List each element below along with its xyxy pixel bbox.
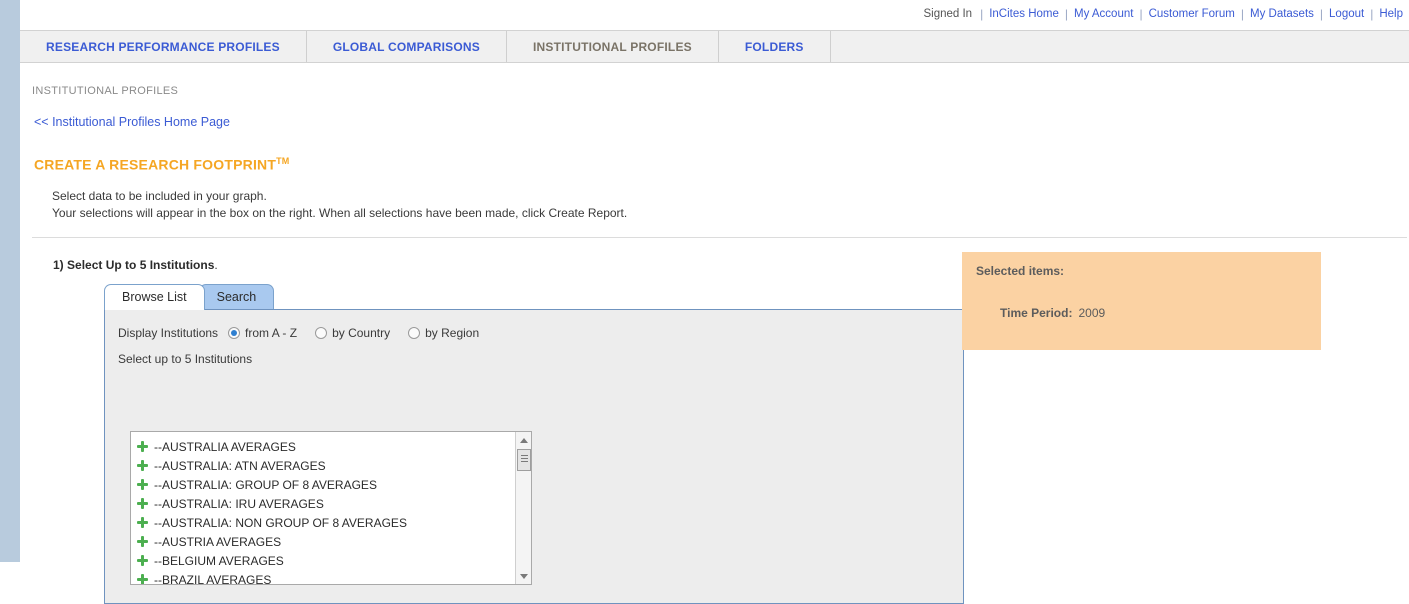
list-item-label: --BELGIUM AVERAGES xyxy=(154,553,284,568)
signed-in-status: Signed In xyxy=(923,8,973,20)
utility-link-help[interactable]: Help xyxy=(1379,8,1403,20)
left-edge-strip xyxy=(0,0,20,562)
radio-option-from-a-z[interactable]: from A - Z xyxy=(228,326,297,340)
step-1-number: 1) xyxy=(53,258,64,272)
nav-tab-global-comparisons[interactable]: GLOBAL COMPARISONS xyxy=(307,31,507,62)
plus-icon[interactable] xyxy=(137,574,148,584)
content-area: INSTITUTIONAL PROFILES << Institutional … xyxy=(20,64,1409,604)
plus-icon[interactable] xyxy=(137,536,148,547)
utility-separator: | xyxy=(980,7,984,21)
instructions: Select data to be included in your graph… xyxy=(52,188,627,222)
scrollbar-thumb[interactable] xyxy=(517,449,531,471)
radio-label-from-a-z: from A - Z xyxy=(245,326,298,340)
plus-icon[interactable] xyxy=(137,498,148,509)
radio-option-by-region[interactable]: by Region xyxy=(408,326,479,340)
sub-tab-browse-list[interactable]: Browse List xyxy=(104,284,205,310)
scroll-up-arrow-icon[interactable] xyxy=(516,432,531,448)
browse-list-panel: Display Institutions from A - Z by Count… xyxy=(104,309,964,604)
utility-separator: | xyxy=(1370,7,1374,21)
utility-separator: | xyxy=(1139,7,1143,21)
display-institutions-row: Display Institutions from A - Z by Count… xyxy=(118,326,497,340)
list-item[interactable]: --BELGIUM AVERAGES xyxy=(137,551,514,570)
radio-label-by-region: by Region xyxy=(425,326,480,340)
list-item[interactable]: --AUSTRALIA: IRU AVERAGES xyxy=(137,494,514,513)
time-period-label: Time Period: xyxy=(1000,306,1073,320)
list-item-label: --AUSTRALIA: NON GROUP OF 8 AVERAGES xyxy=(154,515,407,530)
page-title: CREATE A RESEARCH FOOTPRINTTM xyxy=(34,156,290,173)
utility-link-customer-forum[interactable]: Customer Forum xyxy=(1149,8,1235,20)
list-item[interactable]: --AUSTRALIA: ATN AVERAGES xyxy=(137,456,514,475)
utility-separator: | xyxy=(1240,7,1244,21)
institutional-profiles-home-link[interactable]: << Institutional Profiles Home Page xyxy=(34,115,230,129)
sub-tab-strip: Browse List Search xyxy=(104,284,275,310)
step-1-period: . xyxy=(214,258,218,272)
radio-option-by-country[interactable]: by Country xyxy=(315,326,390,340)
list-item[interactable]: --AUSTRALIA AVERAGES xyxy=(137,437,514,456)
selected-time-period-row: Time Period: 2009 xyxy=(1000,306,1105,320)
utility-separator: | xyxy=(1064,7,1068,21)
utility-link-my-account[interactable]: My Account xyxy=(1074,8,1133,20)
selected-items-panel: Selected items: Time Period: 2009 xyxy=(962,252,1321,350)
selected-items-title: Selected items: xyxy=(976,264,1065,278)
utility-separator: | xyxy=(1319,7,1324,21)
nav-tab-folders[interactable]: FOLDERS xyxy=(719,31,831,62)
select-up-to-5-hint: Select up to 5 Institutions xyxy=(118,352,253,366)
list-item[interactable]: --BRAZIL AVERAGES xyxy=(137,570,514,584)
trademark-symbol: TM xyxy=(276,156,290,166)
page-title-text: CREATE A RESEARCH FOOTPRINT xyxy=(34,156,277,173)
nav-tab-institutional-profiles[interactable]: INSTITUTIONAL PROFILES xyxy=(507,31,719,62)
list-item-label: --AUSTRALIA AVERAGES xyxy=(154,439,296,454)
radio-button-from-a-z[interactable] xyxy=(228,327,241,339)
scrollbar-grip-icon xyxy=(521,455,528,456)
list-item-label: --AUSTRALIA: ATN AVERAGES xyxy=(154,458,326,473)
list-item[interactable]: --AUSTRALIA: NON GROUP OF 8 AVERAGES xyxy=(137,513,514,532)
plus-icon[interactable] xyxy=(137,479,148,490)
utility-link-my-datasets[interactable]: My Datasets xyxy=(1250,8,1314,20)
sub-tab-search[interactable]: Search xyxy=(198,284,275,309)
list-item-label: --BRAZIL AVERAGES xyxy=(154,572,272,585)
display-institutions-label: Display Institutions xyxy=(118,326,219,340)
list-scrollbar[interactable] xyxy=(515,432,531,584)
step-1-text: Select Up to 5 Institutions xyxy=(67,258,215,272)
utility-bar: Signed In | InCites Home | My Account | … xyxy=(20,0,1409,28)
list-item[interactable]: --AUSTRIA AVERAGES xyxy=(137,532,514,551)
plus-icon[interactable] xyxy=(137,517,148,528)
step-1-label: 1) Select Up to 5 Institutions. xyxy=(53,258,218,272)
list-item-label: --AUSTRALIA: IRU AVERAGES xyxy=(154,496,324,511)
scroll-down-arrow-icon[interactable] xyxy=(516,568,531,584)
radio-button-by-region[interactable] xyxy=(408,327,421,339)
breadcrumb: INSTITUTIONAL PROFILES xyxy=(32,85,179,97)
utility-link-logout[interactable]: Logout xyxy=(1329,8,1364,20)
main-navigation: RESEARCH PERFORMANCE PROFILES GLOBAL COM… xyxy=(20,30,1409,63)
plus-icon[interactable] xyxy=(137,441,148,452)
instruction-line-2: Your selections will appear in the box o… xyxy=(52,206,628,220)
plus-icon[interactable] xyxy=(137,555,148,566)
radio-label-by-country: by Country xyxy=(332,326,391,340)
utility-link-incites-home[interactable]: InCites Home xyxy=(989,8,1059,20)
time-period-value: 2009 xyxy=(1078,306,1106,320)
plus-icon[interactable] xyxy=(137,460,148,471)
instruction-line-1: Select data to be included in your graph… xyxy=(52,189,267,203)
radio-button-by-country[interactable] xyxy=(315,327,328,339)
nav-tab-research-performance-profiles[interactable]: RESEARCH PERFORMANCE PROFILES xyxy=(20,31,307,62)
list-item-label: --AUSTRALIA: GROUP OF 8 AVERAGES xyxy=(154,477,377,492)
institution-list: --AUSTRALIA AVERAGES --AUSTRALIA: ATN AV… xyxy=(131,432,514,584)
list-item[interactable]: --AUSTRALIA: GROUP OF 8 AVERAGES xyxy=(137,475,514,494)
section-divider xyxy=(32,237,1407,238)
list-item-label: --AUSTRIA AVERAGES xyxy=(154,534,282,549)
